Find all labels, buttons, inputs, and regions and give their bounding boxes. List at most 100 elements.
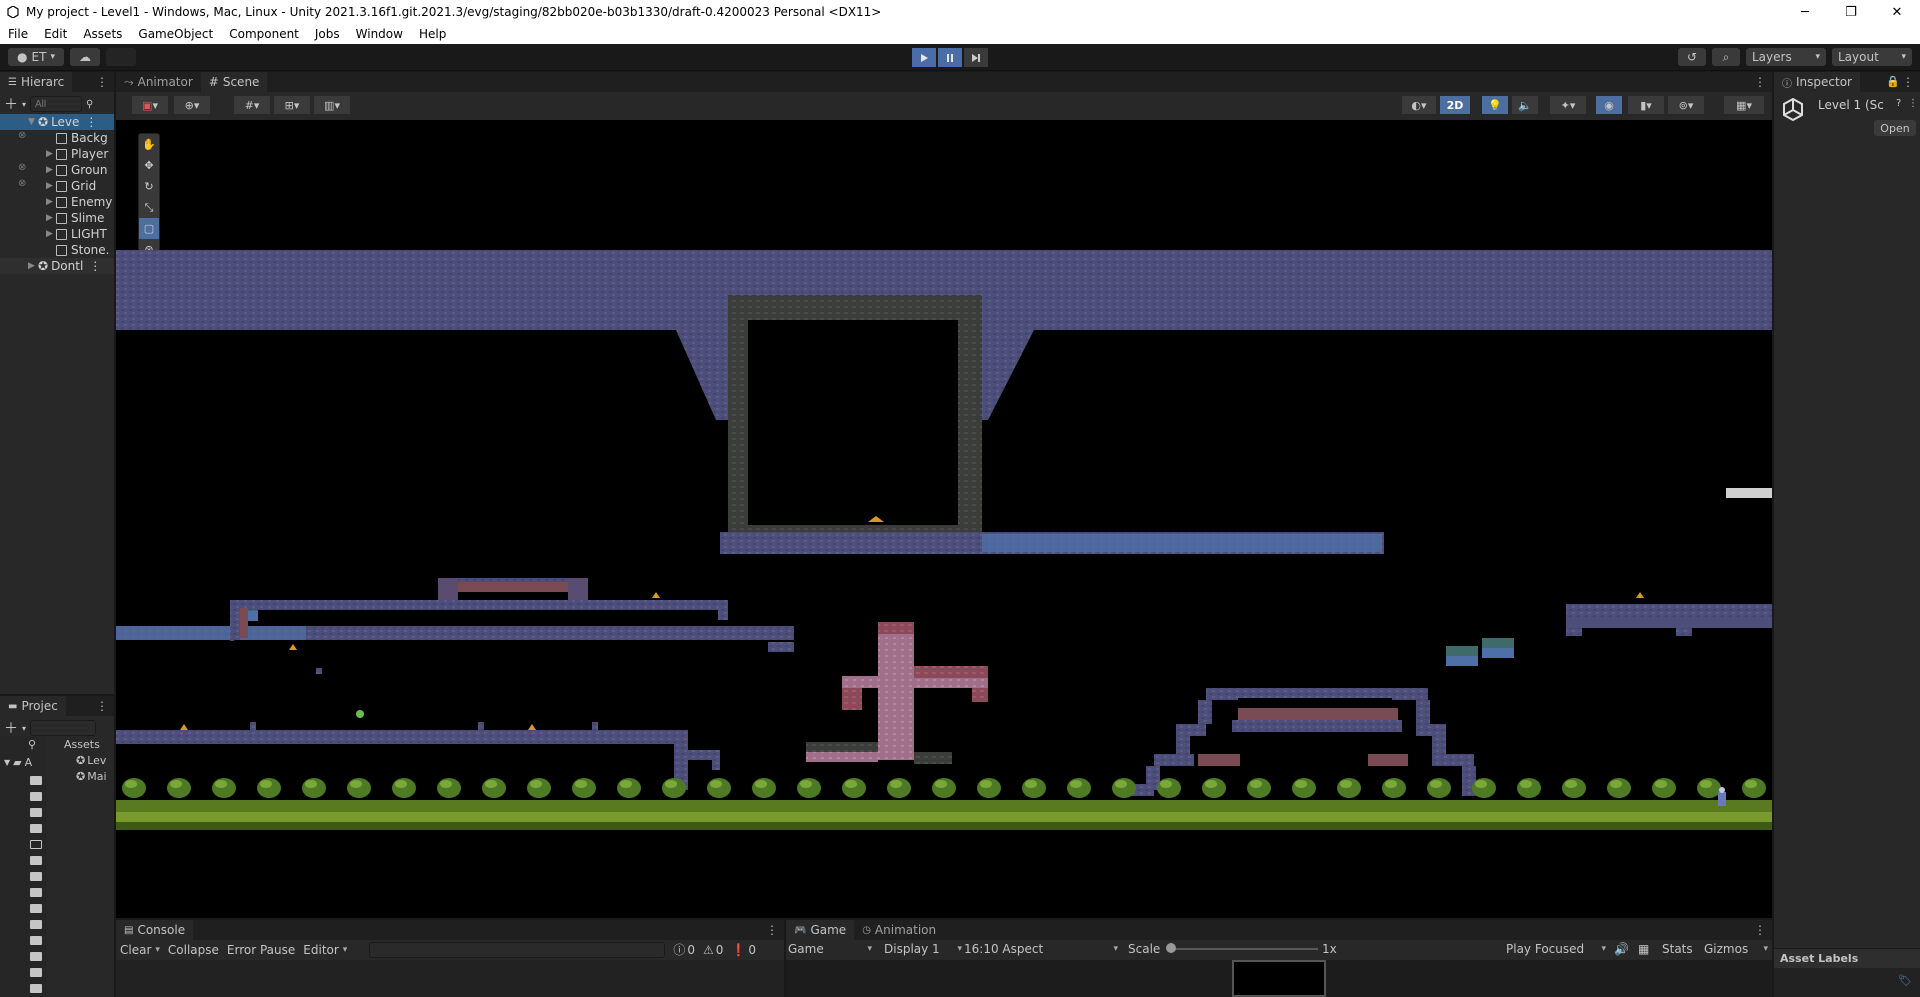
error-count-toggle[interactable]: ❗ 0 xyxy=(731,943,756,957)
expand-arrow-icon[interactable]: ▶ xyxy=(46,213,56,223)
folder-icon[interactable] xyxy=(30,856,42,865)
game-view-dropdown[interactable]: Game xyxy=(788,942,872,956)
hierarchy-search-input[interactable] xyxy=(30,96,83,112)
add-button[interactable]: ＋ xyxy=(4,94,18,114)
folder-icon[interactable] xyxy=(30,920,42,929)
visibility-icon[interactable]: ⊗ xyxy=(18,130,26,141)
asset-item[interactable]: ✪ Mai xyxy=(76,770,107,783)
hierarchy-item-player[interactable]: ▶ Player xyxy=(0,146,114,162)
mute-audio-icon[interactable]: 🔊 xyxy=(1614,942,1629,956)
scale-slider-handle[interactable] xyxy=(1166,943,1176,953)
folder-icon[interactable] xyxy=(30,936,42,945)
menu-gameobject[interactable]: GameObject xyxy=(134,27,217,41)
layout-dropdown[interactable]: Layout ▾ xyxy=(1832,48,1912,66)
folder-icon[interactable] xyxy=(30,808,42,817)
more-icon[interactable]: ⋮ xyxy=(1908,98,1918,109)
restore-button[interactable]: ❐ xyxy=(1828,0,1874,24)
tab-project[interactable]: ▬ Projec xyxy=(0,696,66,716)
hierarchy-item-level1[interactable]: ▼ ✪ Leve ⋮ xyxy=(0,114,114,130)
expand-arrow-icon[interactable]: ▼ xyxy=(28,117,38,127)
asset-item[interactable]: ✪ Lev xyxy=(76,754,106,767)
tab-game[interactable]: 🎮 Game xyxy=(786,920,855,940)
more-icon[interactable]: ⋮ xyxy=(766,923,778,937)
visibility-icon[interactable]: ⊗ xyxy=(18,162,26,173)
mode-2d-button[interactable]: 2D xyxy=(1440,96,1470,114)
tab-scene[interactable]: # Scene xyxy=(200,72,268,92)
folder-icon[interactable] xyxy=(30,888,42,897)
more-icon[interactable]: ⋮ xyxy=(96,75,108,89)
folder-icon[interactable] xyxy=(30,840,42,849)
expand-arrow-icon[interactable]: ▶ xyxy=(46,149,56,159)
expand-arrow-icon[interactable]: ▶ xyxy=(46,197,56,207)
open-button[interactable]: Open xyxy=(1874,120,1916,136)
lock-icon[interactable]: 🔒 xyxy=(1886,75,1900,88)
folder-icon[interactable] xyxy=(30,904,42,913)
folder-icon[interactable] xyxy=(30,952,42,961)
menu-edit[interactable]: Edit xyxy=(40,27,71,41)
camera-dropdown[interactable]: ▮ ▾ xyxy=(1628,96,1664,114)
menu-help[interactable]: Help xyxy=(415,27,450,41)
global-dropdown[interactable]: ⊕ ▾ xyxy=(174,96,210,114)
collab-button[interactable] xyxy=(106,48,136,66)
folder-icon[interactable] xyxy=(30,872,42,881)
effects-dropdown[interactable]: ✦ ▾ xyxy=(1550,96,1586,114)
folder-tree-root[interactable]: ▼ ▰ A xyxy=(4,756,32,769)
expand-arrow-icon[interactable]: ▶ xyxy=(46,181,56,191)
play-focused-dropdown[interactable]: Play Focused xyxy=(1506,942,1606,956)
tab-console[interactable]: ▤ Console xyxy=(116,920,194,940)
tab-animation[interactable]: ◷ Animation xyxy=(854,920,945,940)
menu-jobs[interactable]: Jobs xyxy=(311,27,344,41)
tag-icon[interactable]: 🏷 xyxy=(1898,974,1912,987)
menu-file[interactable]: File xyxy=(4,27,32,41)
stats-button[interactable]: Stats xyxy=(1662,942,1693,956)
tool-settings-dropdown[interactable]: ▣ ▾ xyxy=(132,96,168,114)
folder-icon[interactable] xyxy=(30,984,42,993)
step-button[interactable] xyxy=(964,48,988,67)
editor-dropdown[interactable]: Editor xyxy=(303,943,347,957)
collapse-button[interactable]: Collapse xyxy=(168,943,219,957)
visibility-toggle[interactable]: ◉ xyxy=(1596,96,1622,114)
display-dropdown[interactable]: Display 1 xyxy=(884,942,962,956)
hierarchy-item-light[interactable]: ▶ LIGHT xyxy=(0,226,114,242)
console-search-input[interactable] xyxy=(369,941,666,958)
pause-button[interactable] xyxy=(938,48,962,67)
visibility-icon[interactable]: ⊗ xyxy=(18,178,26,189)
log-count-toggle[interactable]: ⓘ 0 xyxy=(673,941,695,958)
history-button[interactable]: ↺ xyxy=(1678,48,1706,66)
error-pause-button[interactable]: Error Pause xyxy=(227,943,295,957)
folder-icon[interactable] xyxy=(30,792,42,801)
help-icon[interactable]: ? xyxy=(1896,98,1901,109)
more-icon[interactable]: ⋮ xyxy=(85,115,97,129)
snap-increment-dropdown[interactable]: ⊞ ▾ xyxy=(274,96,310,114)
folder-icon[interactable] xyxy=(30,968,42,977)
menu-component[interactable]: Component xyxy=(225,27,303,41)
tab-animator[interactable]: ⤳ Animator xyxy=(116,72,201,92)
aspect-dropdown[interactable]: 16:10 Aspect xyxy=(964,942,1118,956)
menu-window[interactable]: Window xyxy=(352,27,407,41)
project-search-input[interactable] xyxy=(30,720,97,736)
close-button[interactable]: ✕ xyxy=(1874,0,1920,24)
game-viewport[interactable] xyxy=(786,960,1772,997)
hierarchy-item-slime[interactable]: ▶ Slime xyxy=(0,210,114,226)
expand-arrow-icon[interactable]: ▼ xyxy=(4,758,10,767)
more-icon[interactable]: ⋮ xyxy=(1902,75,1914,89)
expand-arrow-icon[interactable]: ▶ xyxy=(28,261,38,271)
folder-icon[interactable] xyxy=(30,776,42,785)
expand-arrow-icon[interactable]: ▶ xyxy=(46,229,56,239)
filter-icon[interactable]: ⚲ xyxy=(86,99,93,110)
account-dropdown[interactable]: ● ET ▾ xyxy=(8,48,64,66)
expand-arrow-icon[interactable]: ▶ xyxy=(46,165,56,175)
menu-assets[interactable]: Assets xyxy=(79,27,126,41)
warning-count-toggle[interactable]: ⚠ 0 xyxy=(703,943,723,957)
lighting-toggle[interactable]: 💡 xyxy=(1482,96,1508,114)
add-button[interactable]: ＋ xyxy=(4,718,18,738)
audio-toggle[interactable]: 🔈 xyxy=(1512,96,1538,114)
tab-inspector[interactable]: ⓘ Inspector xyxy=(1774,72,1860,92)
shading-mode-dropdown[interactable]: ◐ ▾ xyxy=(1402,96,1436,114)
search-button[interactable]: ⌕ xyxy=(1712,48,1740,66)
gizmos-dropdown[interactable]: ⊚ ▾ xyxy=(1668,96,1704,114)
project-breadcrumb[interactable]: Assets xyxy=(64,738,100,751)
layers-dropdown[interactable]: Layers ▾ xyxy=(1746,48,1826,66)
grid-snap-dropdown[interactable]: # ▾ xyxy=(234,96,270,114)
asset-labels-header[interactable]: Asset Labels xyxy=(1774,948,1920,968)
